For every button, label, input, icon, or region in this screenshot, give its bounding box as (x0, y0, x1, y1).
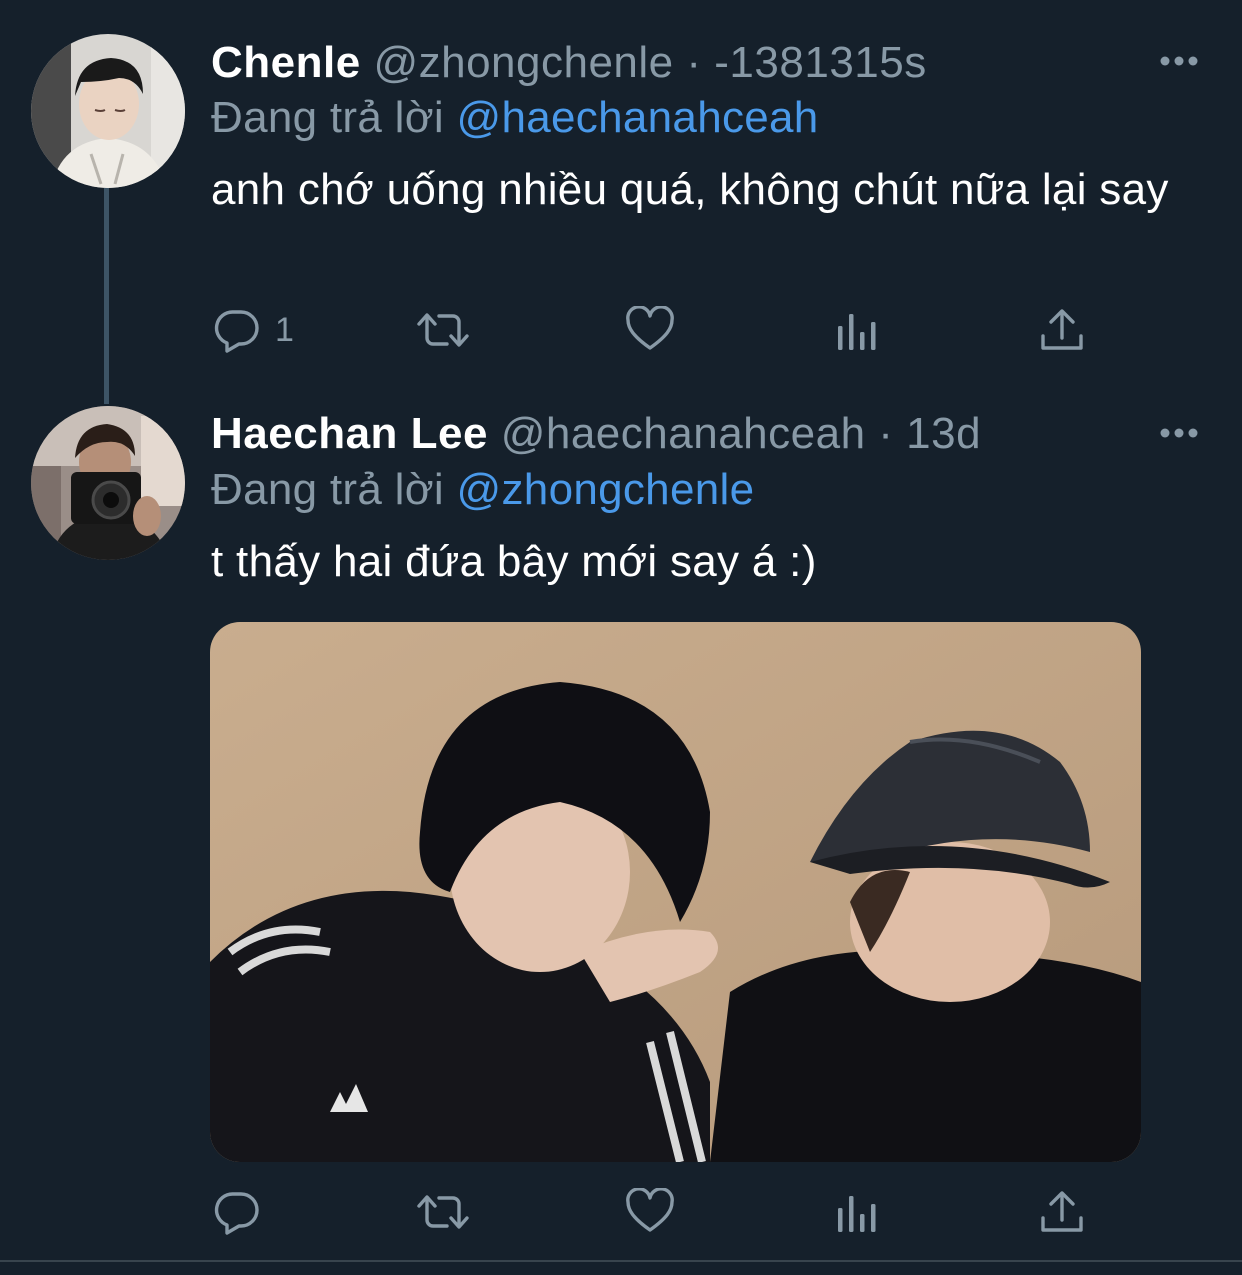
user-handle[interactable]: @haechanahceah (501, 409, 866, 458)
replying-to-label: Đang trả lời (211, 465, 444, 514)
avatar-haechan[interactable] (31, 406, 185, 560)
retweet-icon (417, 1195, 469, 1229)
share-upload-icon (1041, 1191, 1083, 1232)
mention-link[interactable]: @haechanahceah (457, 93, 819, 142)
reply-bubble-icon (214, 310, 259, 353)
separator-dot: · (686, 38, 702, 87)
timestamp[interactable]: -1381315s (714, 38, 926, 87)
tweet-header: Chenle @zhongchenle · -1381315s (211, 35, 927, 91)
reply-button[interactable] (213, 1182, 275, 1242)
more-horizontal-icon[interactable] (1159, 427, 1199, 439)
avatar-chenle[interactable] (31, 34, 185, 188)
tweet-photo[interactable] (210, 622, 1141, 1162)
reply-bubble-icon (214, 1192, 259, 1235)
heart-icon (626, 306, 674, 350)
like-button[interactable] (625, 1182, 675, 1242)
reply-count: 1 (275, 310, 294, 349)
timestamp[interactable]: 13d (906, 409, 981, 458)
tweet-haechan[interactable]: Haechan Lee @haechanahceah · 13d Đang tr… (0, 400, 1242, 1262)
tweet-header: Haechan Lee @haechanahceah · 13d (211, 406, 981, 462)
tweet-text: anh chớ uống nhiều quá, không chút nữa l… (211, 165, 1169, 214)
retweet-button[interactable] (415, 1182, 471, 1242)
bar-chart-icon (838, 314, 876, 350)
separator-dot: · (878, 409, 894, 458)
analytics-button[interactable] (835, 300, 879, 360)
tweet-actions (0, 1182, 1242, 1242)
analytics-button[interactable] (835, 1182, 879, 1242)
share-button[interactable] (1039, 1182, 1085, 1242)
more-horizontal-icon[interactable] (1159, 55, 1199, 67)
reply-button[interactable]: 1 (213, 300, 294, 360)
tweet-chenle[interactable]: Chenle @zhongchenle · -1381315s Đang trả… (0, 0, 1242, 400)
bottom-divider (0, 1260, 1242, 1262)
heart-icon (626, 1188, 674, 1232)
retweet-button[interactable] (415, 300, 471, 360)
share-upload-icon (1041, 309, 1083, 350)
retweet-icon (417, 313, 469, 347)
replying-to-line: Đang trả lời @haechanahceah (211, 90, 819, 146)
user-handle[interactable]: @zhongchenle (373, 38, 673, 87)
bar-chart-icon (838, 1196, 876, 1232)
replying-to-line: Đang trả lời @zhongchenle (211, 462, 754, 518)
display-name[interactable]: Chenle (211, 38, 361, 87)
mention-link[interactable]: @zhongchenle (457, 465, 755, 514)
display-name[interactable]: Haechan Lee (211, 409, 488, 458)
tweet-actions: 1 (0, 300, 1242, 360)
like-button[interactable] (625, 300, 675, 360)
tweet-text: t thấy hai đứa bây mới say á :) (211, 537, 817, 586)
share-button[interactable] (1039, 300, 1085, 360)
replying-to-label: Đang trả lời (211, 93, 444, 142)
